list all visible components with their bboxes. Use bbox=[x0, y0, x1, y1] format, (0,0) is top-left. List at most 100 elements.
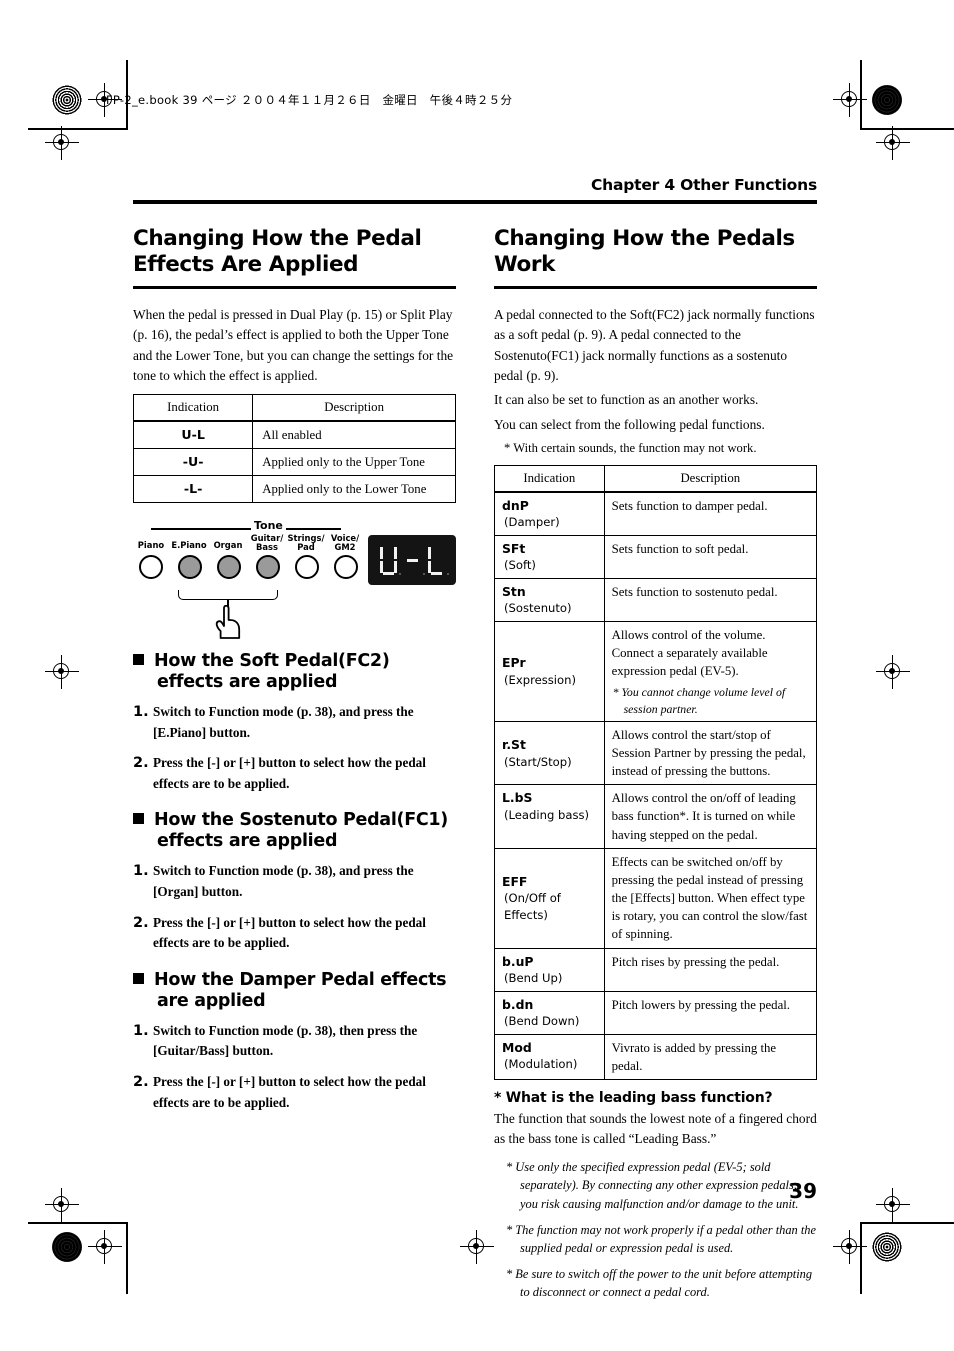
button-label-guitarbass: Guitar/Bass bbox=[250, 533, 284, 553]
table-row: -U- Applied only to the Upper Tone bbox=[132, 447, 456, 476]
right-title-rule bbox=[494, 286, 817, 289]
registration-mark-mid-right bbox=[876, 655, 910, 689]
step-number: 2. bbox=[133, 914, 149, 931]
footnote-item: * The function may not work properly if … bbox=[506, 1222, 816, 1256]
table-row: b.dn (Bend Down) Pitch lowers by pressin… bbox=[494, 990, 818, 1035]
step-item: 2. Press the [-] or [+] button to select… bbox=[133, 1072, 456, 1113]
right-paragraph-1: A pedal connected to the Soft(FC2) jack … bbox=[494, 306, 815, 384]
col-header-description: Description bbox=[603, 465, 818, 493]
indication-code: b.dn bbox=[502, 996, 534, 1012]
right-paragraph-2: It can also be set to function as an ano… bbox=[494, 392, 759, 408]
footnote-item: * Be sure to switch off the power to the… bbox=[506, 1266, 813, 1300]
pointing-hand-icon bbox=[213, 605, 243, 639]
table-row: r.St (Start/Stop) Allows control the sta… bbox=[494, 720, 818, 786]
description-subnote: * You cannot change volume level of sess… bbox=[612, 685, 786, 716]
header-rule bbox=[133, 200, 817, 204]
step-text: Press the [-] or [+] button to select ho… bbox=[153, 1074, 426, 1110]
indication-name: (Damper) bbox=[504, 515, 560, 530]
tone-button-piano[interactable] bbox=[139, 555, 163, 580]
bullet-square-icon bbox=[133, 813, 144, 825]
button-label-epiano: E.Piano bbox=[171, 540, 207, 551]
pedal-function-table: Indication Description dnP (Damper) Sets… bbox=[494, 465, 818, 1080]
registration-mark-header-right bbox=[833, 83, 867, 117]
right-column: Changing How the Pedals Work A pedal con… bbox=[494, 226, 818, 1302]
tone-group-label: Tone bbox=[251, 519, 286, 533]
tone-button-epiano[interactable] bbox=[178, 555, 202, 580]
indication-name: (Bend Down) bbox=[504, 1014, 580, 1029]
indication-name: (Soft) bbox=[504, 558, 536, 573]
page-content: Chapter 4 Other Functions Changing How t… bbox=[132, 176, 818, 1302]
table-row: Stn (Sostenuto) Sets function to sostenu… bbox=[494, 577, 818, 622]
step-number: 2. bbox=[133, 755, 149, 772]
indication-name: (Start/Stop) bbox=[504, 754, 572, 769]
subsection-heading-text: How the Damper Pedal effects are applied bbox=[154, 969, 447, 1011]
description-value: All enabled bbox=[252, 420, 456, 449]
bullet-square-icon bbox=[133, 972, 144, 984]
table-row: dnP (Damper) Sets function to damper ped… bbox=[494, 491, 818, 536]
crop-line-bottom-left bbox=[28, 1222, 128, 1224]
registration-mark-mid-left bbox=[45, 655, 79, 689]
indication-code: EFF bbox=[502, 873, 528, 889]
registration-mark-bottom-left bbox=[45, 1188, 79, 1222]
right-paragraph-3: You can select from the following pedal … bbox=[494, 416, 765, 432]
tone-button-stringspad[interactable] bbox=[295, 555, 319, 580]
indication-code: Mod bbox=[502, 1039, 532, 1055]
indication-code: EPr bbox=[502, 655, 526, 671]
indication-name: (Sostenuto) bbox=[504, 601, 572, 616]
registration-halftone-bottom-right bbox=[872, 1232, 902, 1262]
description-value: Sets function to damper pedal. bbox=[611, 498, 768, 513]
table-row: SFt (Soft) Sets function to soft pedal. bbox=[494, 534, 818, 579]
footnote-item: * Use only the specified expression peda… bbox=[506, 1159, 799, 1211]
tone-panel-figure: Tone Piano E.Piano Organ Guitar/Bass Str… bbox=[133, 519, 456, 639]
print-slug: FP-2_e.book 39 ページ ２００４年１１月２６日 金曜日 午後４時２… bbox=[106, 93, 513, 107]
tone-button-voicegm2[interactable] bbox=[334, 555, 358, 580]
registration-halftone-bottom-left bbox=[52, 1232, 82, 1262]
subsection-heading-soft-pedal: How the Soft Pedal(FC2) effects are appl… bbox=[133, 651, 456, 693]
table-row: EFF (On/Off of Effects) Effects can be s… bbox=[494, 847, 818, 949]
indication-code: r.St bbox=[502, 736, 526, 752]
indication-value: -L- bbox=[132, 474, 254, 504]
led-digit-1 bbox=[379, 545, 401, 576]
right-section-title: Changing How the Pedals Work bbox=[494, 226, 795, 278]
description-value: Vivrato is added by pressing the pedal. bbox=[611, 1040, 777, 1073]
registration-halftone-top-right bbox=[872, 85, 902, 115]
indication-name: (Leading bass) bbox=[504, 807, 590, 822]
button-label-voicegm2: Voice/GM2 bbox=[330, 533, 360, 553]
left-intro-paragraph: When the pedal is pressed in Dual Play (… bbox=[133, 306, 454, 384]
subsection-heading-text: How the Soft Pedal(FC2) effects are appl… bbox=[154, 651, 390, 693]
step-text: Switch to Function mode (p. 38), then pr… bbox=[153, 1022, 418, 1059]
step-item: 2. Press the [-] or [+] button to select… bbox=[133, 753, 456, 794]
indication-code: b.uP bbox=[502, 953, 534, 969]
step-number: 1. bbox=[133, 1022, 149, 1039]
table-header-row: Indication Description bbox=[494, 465, 818, 493]
led-display bbox=[368, 535, 456, 586]
step-number: 2. bbox=[133, 1074, 149, 1090]
indication-value: -U- bbox=[132, 447, 254, 476]
registration-mark-footer-right bbox=[833, 1230, 867, 1264]
tone-button-guitarbass[interactable] bbox=[256, 555, 280, 580]
description-value: Sets function to soft pedal. bbox=[611, 541, 749, 556]
leading-bass-body: The function that sounds the lowest note… bbox=[494, 1110, 817, 1147]
tone-button-organ[interactable] bbox=[217, 555, 241, 580]
description-value: Applied only to the Lower Tone bbox=[252, 474, 456, 504]
description-value: Allows control the on/off of leading bas… bbox=[611, 791, 796, 842]
table-row: -L- Applied only to the Lower Tone bbox=[132, 474, 456, 504]
description-value: Sets function to sostenuto pedal. bbox=[611, 584, 778, 599]
step-item: 1. Switch to Function mode (p. 38), and … bbox=[133, 861, 456, 902]
step-text: Press the [-] or [+] button to select ho… bbox=[153, 914, 426, 951]
col-header-description: Description bbox=[252, 394, 456, 422]
description-value: Allows control of the volume. Connect a … bbox=[611, 627, 768, 679]
indication-name: (Modulation) bbox=[504, 1057, 578, 1072]
col-header-indication: Indication bbox=[132, 394, 254, 422]
indication-code: dnP bbox=[502, 497, 529, 513]
table-row: b.uP (Bend Up) Pitch rises by pressing t… bbox=[494, 947, 818, 992]
table-row: L.bS (Leading bass) Allows control the o… bbox=[494, 784, 818, 849]
description-value: Pitch rises by pressing the pedal. bbox=[611, 954, 780, 969]
col-header-indication: Indication bbox=[494, 465, 605, 493]
leading-bass-heading: * What is the leading bass function? bbox=[494, 1089, 773, 1106]
page-number: 39 bbox=[789, 1179, 817, 1203]
subsection-heading-damper-pedal: How the Damper Pedal effects are applied bbox=[133, 970, 456, 1012]
description-value: Applied only to the Upper Tone bbox=[252, 447, 456, 476]
button-label-stringspad: Strings/Pad bbox=[287, 533, 325, 553]
registration-mark-top-right bbox=[876, 126, 910, 160]
